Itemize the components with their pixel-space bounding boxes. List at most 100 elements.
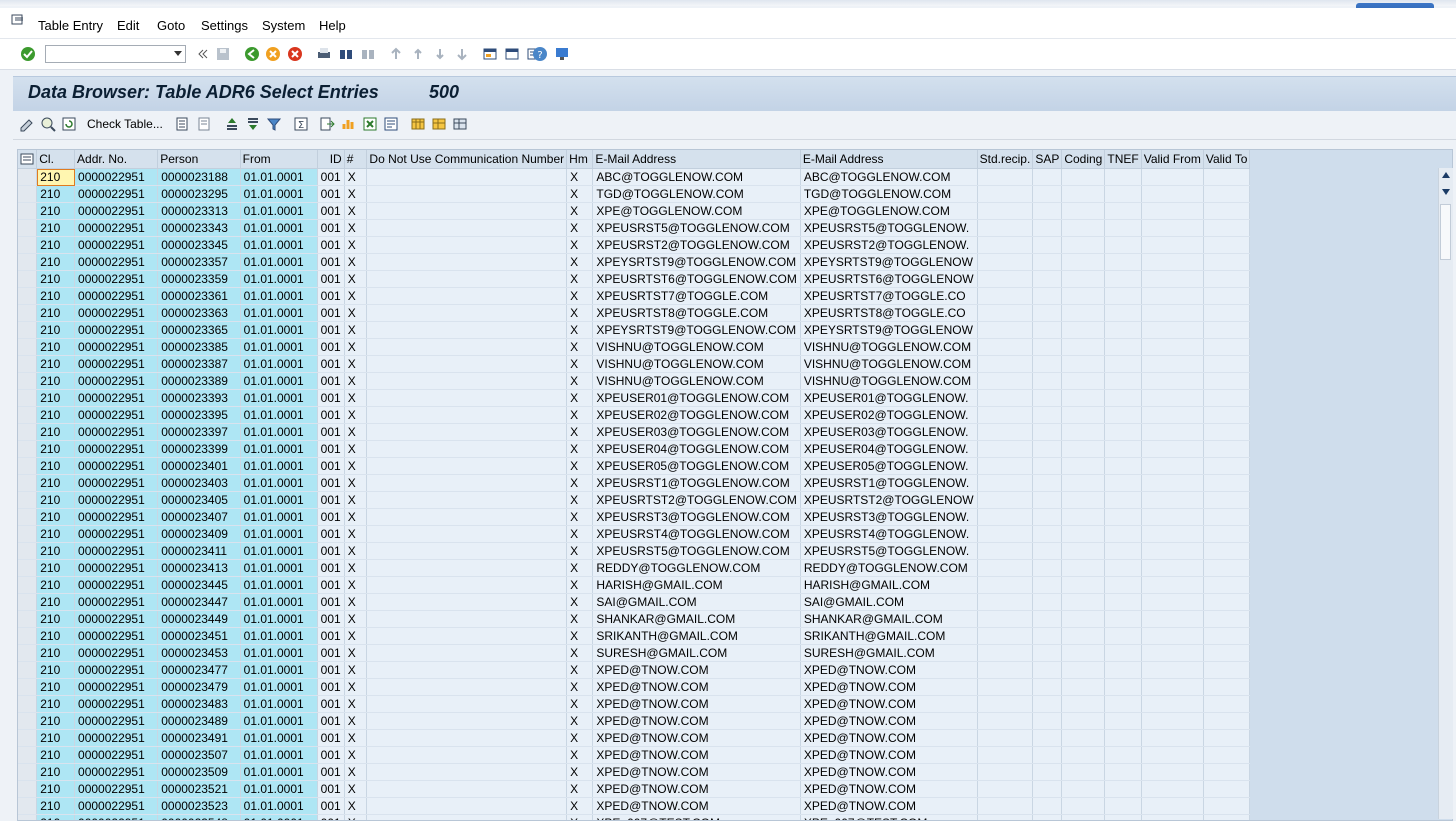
table-cell[interactable]: 001 <box>317 696 344 713</box>
table-cell[interactable]: 001 <box>317 322 344 339</box>
table-cell[interactable] <box>1105 781 1141 798</box>
table-cell[interactable] <box>977 815 1033 821</box>
table-cell[interactable]: 0000022951 <box>75 747 158 764</box>
row-selector[interactable] <box>18 781 37 798</box>
table-cell[interactable] <box>1105 203 1141 220</box>
row-selector[interactable] <box>18 560 37 577</box>
table-cell[interactable]: 210 <box>37 679 75 696</box>
table-cell[interactable] <box>367 611 567 628</box>
table-cell[interactable] <box>1105 237 1141 254</box>
table-cell[interactable]: 210 <box>37 254 75 271</box>
table-cell[interactable] <box>1105 373 1141 390</box>
table-cell[interactable]: 0000023387 <box>158 356 240 373</box>
table-cell[interactable]: 0000023409 <box>158 526 240 543</box>
table-cell[interactable]: 0000023479 <box>158 679 240 696</box>
table-cell[interactable] <box>1105 424 1141 441</box>
table-cell[interactable] <box>1105 254 1141 271</box>
table-row[interactable]: 2100000022951000002334301.01.0001001XXXP… <box>18 220 1452 237</box>
table-cell[interactable]: XPEUSRST4@TOGGLENOW.COM <box>593 526 800 543</box>
table-cell[interactable]: 0000023385 <box>158 339 240 356</box>
table-cell[interactable]: 001 <box>317 730 344 747</box>
table-cell[interactable]: 001 <box>317 407 344 424</box>
table-cell[interactable]: 01.01.0001 <box>240 373 317 390</box>
table-cell[interactable] <box>367 271 567 288</box>
table-row[interactable]: 2100000022951000002339901.01.0001001XXXP… <box>18 441 1452 458</box>
table-row[interactable]: 2100000022951000002340901.01.0001001XXXP… <box>18 526 1452 543</box>
display-change-icon[interactable] <box>19 116 35 132</box>
table-cell[interactable] <box>1033 305 1062 322</box>
table-cell[interactable]: VISHNU@TOGGLENOW.COM <box>593 356 800 373</box>
table-cell[interactable]: 210 <box>37 203 75 220</box>
table-cell[interactable] <box>1203 288 1250 305</box>
table-cell[interactable]: 0000023491 <box>158 730 240 747</box>
table-cell[interactable] <box>1141 662 1203 679</box>
table-row[interactable]: 2100000022951000002348901.01.0001001XXXP… <box>18 713 1452 730</box>
table-cell[interactable]: XPED@TNOW.COM <box>593 662 800 679</box>
table-row[interactable]: 2100000022951000002339701.01.0001001XXXP… <box>18 424 1452 441</box>
table-cell[interactable]: 01.01.0001 <box>240 220 317 237</box>
table-cell[interactable]: XPEUSER03@TOGGLENOW.COM <box>593 424 800 441</box>
table-cell[interactable]: 0000022951 <box>75 475 158 492</box>
row-selector[interactable] <box>18 543 37 560</box>
menu-system[interactable]: System <box>262 18 305 33</box>
table-cell[interactable]: X <box>567 492 593 509</box>
table-cell[interactable]: SRIKANTH@GMAIL.COM <box>593 628 800 645</box>
table-cell[interactable] <box>1141 390 1203 407</box>
table-row[interactable]: 2100000022951000002350701.01.0001001XXXP… <box>18 747 1452 764</box>
column-header[interactable]: E-Mail Address <box>800 150 977 169</box>
row-selector[interactable] <box>18 747 37 764</box>
table-cell[interactable]: 001 <box>317 645 344 662</box>
table-cell[interactable] <box>1105 645 1141 662</box>
table-row[interactable]: 2100000022951000002339301.01.0001001XXXP… <box>18 390 1452 407</box>
table-cell[interactable] <box>1062 288 1105 305</box>
table-cell[interactable] <box>977 628 1033 645</box>
table-cell[interactable]: X <box>567 696 593 713</box>
table-cell[interactable]: 210 <box>37 288 75 305</box>
table-cell[interactable] <box>977 560 1033 577</box>
table-cell[interactable] <box>1141 764 1203 781</box>
table-cell[interactable] <box>1203 764 1250 781</box>
table-cell[interactable]: 01.01.0001 <box>240 237 317 254</box>
table-cell[interactable]: XPEUSRTST7@TOGGLE.CO <box>800 288 977 305</box>
table-cell[interactable] <box>1033 407 1062 424</box>
table-cell[interactable]: 01.01.0001 <box>240 441 317 458</box>
table-cell[interactable]: 0000023359 <box>158 271 240 288</box>
table-cell[interactable] <box>1203 339 1250 356</box>
table-cell[interactable] <box>1141 220 1203 237</box>
table-cell[interactable] <box>367 390 567 407</box>
table-row[interactable]: 2100000022951000002354801.01.0001001XXXP… <box>18 815 1452 821</box>
cancel-icon[interactable] <box>287 46 303 62</box>
table-cell[interactable] <box>367 526 567 543</box>
table-row[interactable]: 2100000022951000002340101.01.0001001XXXP… <box>18 458 1452 475</box>
table-cell[interactable] <box>1033 747 1062 764</box>
table-cell[interactable] <box>1033 509 1062 526</box>
table-cell[interactable]: 210 <box>37 645 75 662</box>
table-cell[interactable]: 0000023343 <box>158 220 240 237</box>
table-row[interactable]: 2100000022951000002349101.01.0001001XXXP… <box>18 730 1452 747</box>
table-cell[interactable]: X <box>344 509 367 526</box>
table-cell[interactable]: X <box>344 458 367 475</box>
table-cell[interactable] <box>1033 322 1062 339</box>
table-cell[interactable]: 0000023401 <box>158 458 240 475</box>
table-cell[interactable]: 210 <box>37 713 75 730</box>
table-row[interactable]: 2100000022951000002341301.01.0001001XXRE… <box>18 560 1452 577</box>
table-cell[interactable]: 001 <box>317 203 344 220</box>
table-cell[interactable] <box>1062 645 1105 662</box>
table-cell[interactable]: X <box>567 186 593 203</box>
table-cell[interactable]: 001 <box>317 543 344 560</box>
table-cell[interactable] <box>1203 305 1250 322</box>
table-cell[interactable] <box>1141 288 1203 305</box>
table-cell[interactable]: 210 <box>37 475 75 492</box>
table-cell[interactable]: X <box>344 203 367 220</box>
table-cell[interactable]: XPEUSER02@TOGGLENOW. <box>800 407 977 424</box>
table-cell[interactable] <box>1105 662 1141 679</box>
table-cell[interactable]: X <box>567 169 593 186</box>
row-selector[interactable] <box>18 220 37 237</box>
table-cell[interactable]: X <box>344 390 367 407</box>
table-cell[interactable]: X <box>567 254 593 271</box>
table-cell[interactable]: X <box>344 764 367 781</box>
table-cell[interactable] <box>367 628 567 645</box>
row-selector[interactable] <box>18 271 37 288</box>
table-cell[interactable]: 01.01.0001 <box>240 730 317 747</box>
table-cell[interactable]: 01.01.0001 <box>240 628 317 645</box>
